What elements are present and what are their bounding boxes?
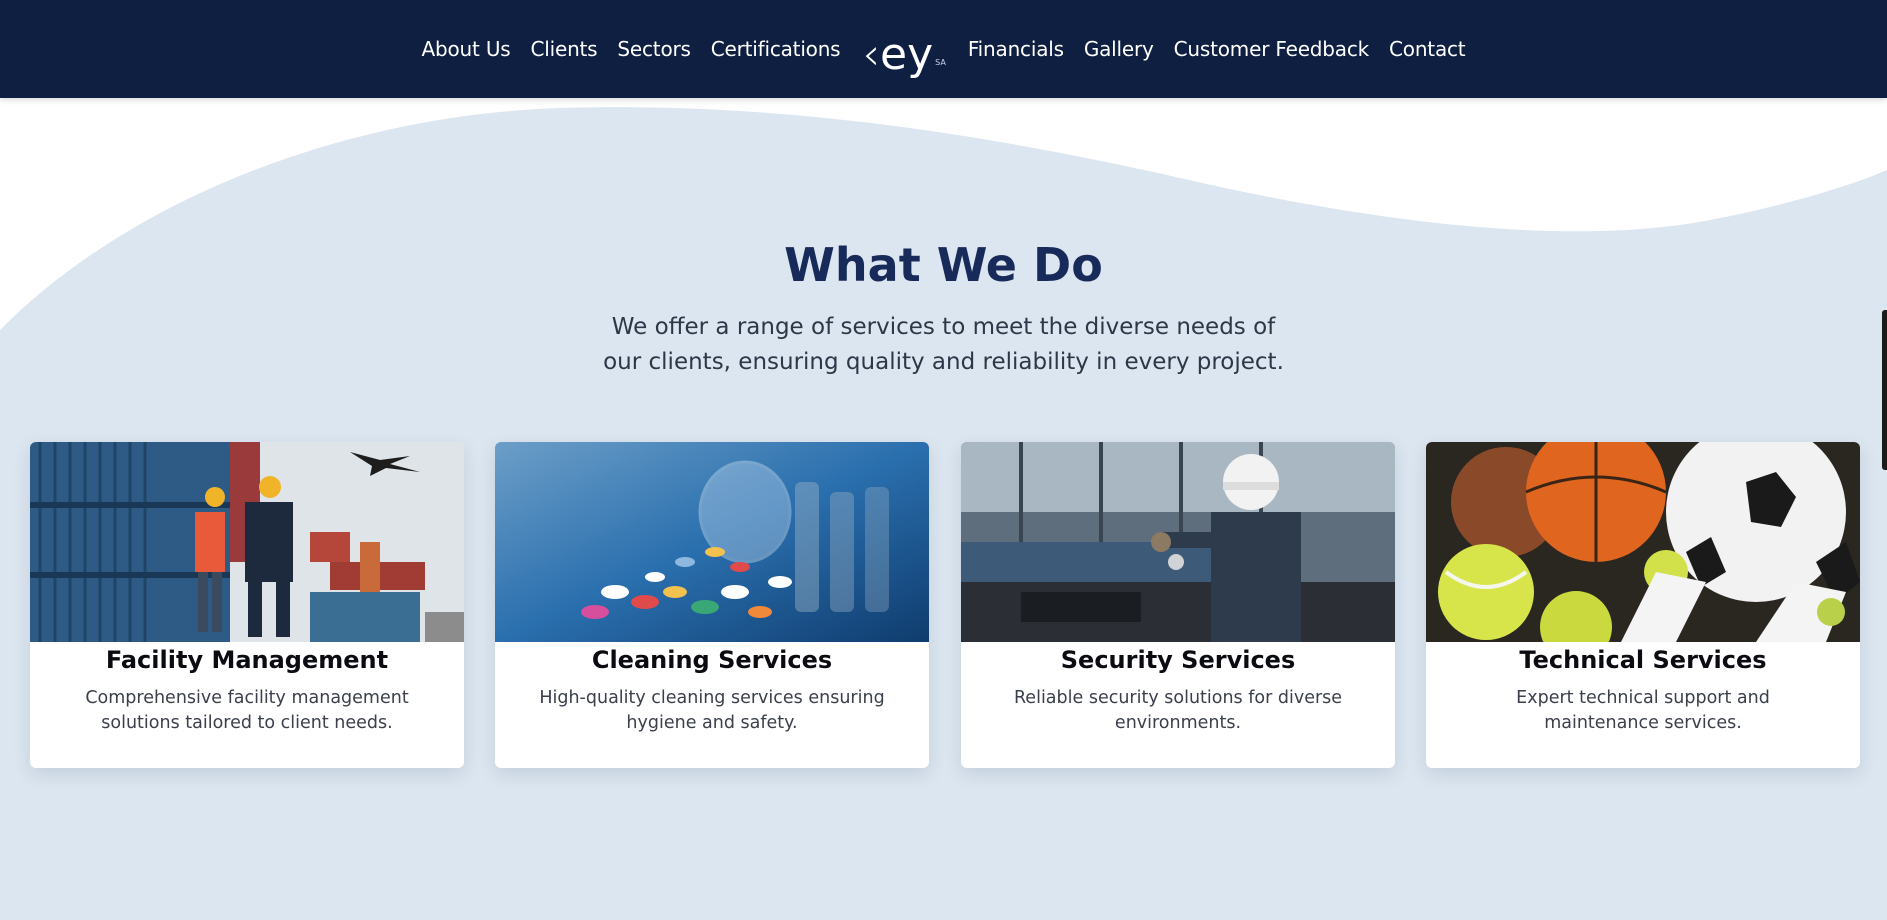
logo-suffix: SA [935,58,946,67]
service-card-technical-services[interactable]: Technical Services Expert technical supp… [1426,442,1860,768]
service-title: Cleaning Services [591,646,833,674]
section-title: What We Do [784,238,1103,292]
facility-management-image [30,442,464,642]
main-nav: About Us Clients Sectors Certifications … [0,0,1887,98]
nav-gallery[interactable]: Gallery [1084,37,1154,61]
service-description: High-quality cleaning services ensuring … [539,688,885,733]
site-header: About Us Clients Sectors Certifications … [0,0,1887,98]
key-logo[interactable]: ‹ ey SA [862,17,945,77]
service-card-facility-management[interactable]: Facility Management Comprehensive facili… [30,442,464,768]
nav-sectors[interactable]: Sectors [617,37,691,61]
section-subtitle: We offer a range of services to meet the… [603,314,1284,375]
service-title: Technical Services [1519,646,1767,674]
service-card-cleaning-services[interactable]: Cleaning Services High-quality cleaning … [495,442,929,768]
logo-chevron: ‹ [862,29,881,80]
security-services-image [961,442,1395,642]
nav-customer-feedback[interactable]: Customer Feedback [1174,37,1370,61]
service-description: Comprehensive facility management soluti… [85,688,409,733]
side-widget-handle[interactable] [1882,310,1887,470]
services-grid: Facility Management Comprehensive facili… [30,442,1860,768]
technical-services-image [1426,442,1860,642]
nav-financials[interactable]: Financials [968,37,1064,61]
nav-contact[interactable]: Contact [1389,37,1466,61]
nav-certifications[interactable]: Certifications [711,37,841,61]
service-title: Security Services [1060,646,1296,674]
nav-about-us[interactable]: About Us [422,37,511,61]
cleaning-services-image [495,442,929,642]
service-card-security-services[interactable]: Security Services Reliable security solu… [961,442,1395,768]
nav-clients[interactable]: Clients [530,37,597,61]
service-description: Reliable security solutions for diverse … [1013,688,1343,733]
service-description: Expert technical support and maintenance… [1516,688,1770,733]
service-title: Facility Management [105,646,389,674]
logo-wordmark: ey [880,29,934,80]
what-we-do-section: What We Do We offer a range of services … [0,98,1887,920]
